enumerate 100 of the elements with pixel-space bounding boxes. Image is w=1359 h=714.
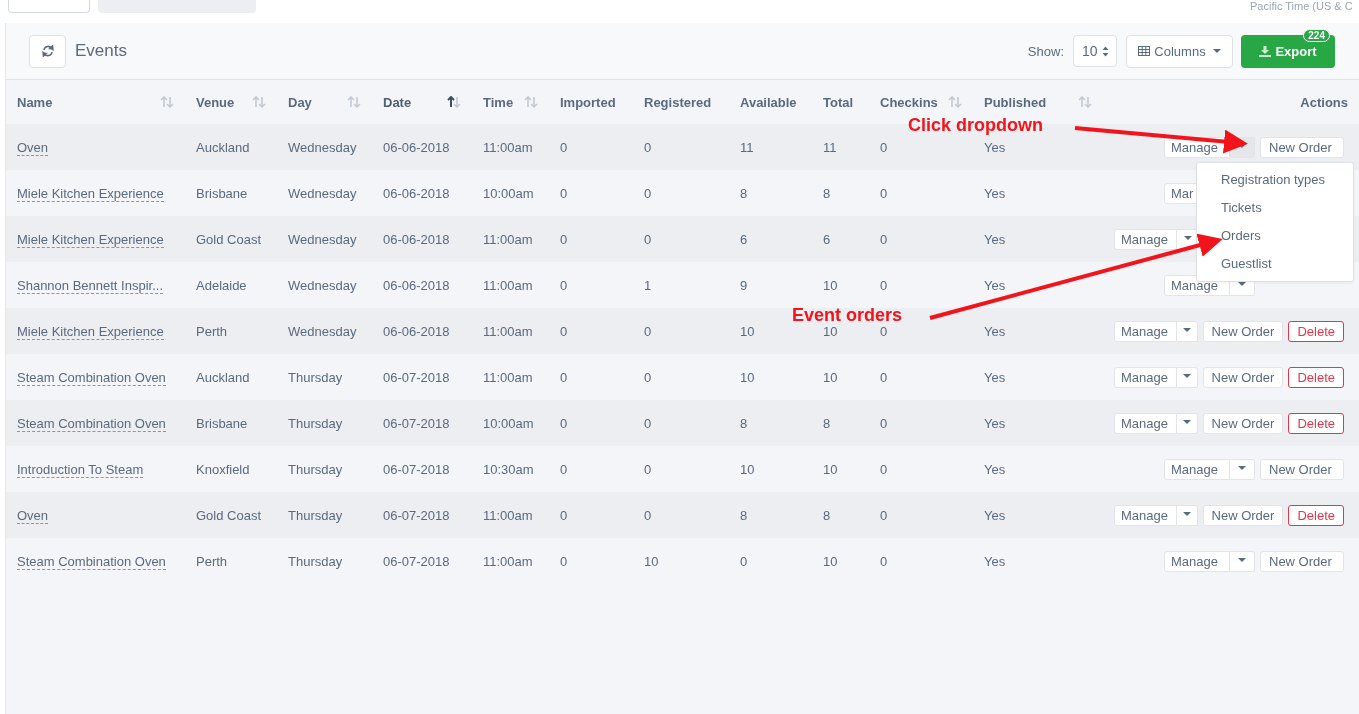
table-cell: 11:00am — [483, 139, 533, 155]
table-cell: Wednesday — [288, 185, 357, 201]
dropdown-toggle[interactable] — [1177, 504, 1198, 526]
event-name-link[interactable]: Oven — [17, 139, 49, 156]
column-header: Time — [483, 94, 514, 110]
table-cell: Yes — [984, 415, 1006, 431]
event-name-link[interactable]: Introduction To Steam — [17, 461, 144, 478]
table-cell: 11:00am — [483, 553, 533, 569]
table-cell: Adelaide — [196, 277, 247, 293]
delete-button[interactable]: Delete — [1288, 412, 1344, 434]
table-cell: 11:00am — [483, 277, 533, 293]
table-cell: 0 — [880, 139, 888, 155]
table-cell: 11:00am — [483, 323, 533, 339]
table-cell: Gold Coast — [196, 507, 262, 523]
column-header: Actions — [1300, 94, 1348, 110]
dropdown-toggle[interactable] — [1230, 458, 1255, 480]
table-cell: 0 — [560, 323, 568, 339]
table-cell: 0 — [740, 553, 748, 569]
table-cell: 10 — [740, 323, 755, 339]
show-label: Show: — [1027, 43, 1064, 59]
menu-item[interactable]: Tickets — [1197, 194, 1353, 222]
table-cell: Thursday — [288, 369, 343, 385]
manage-button[interactable]: Manage — [1164, 550, 1230, 572]
column-header: Registered — [644, 94, 712, 110]
manage-button[interactable]: Manage — [1164, 458, 1230, 480]
table-cell: Yes — [984, 507, 1006, 523]
table-cell: Brisbane — [196, 185, 248, 201]
table-cell: 8 — [740, 415, 748, 431]
annotation-label: Event orders — [792, 305, 903, 326]
table-cell: Perth — [196, 323, 228, 339]
menu-item[interactable]: Registration types — [1197, 166, 1353, 194]
table-cell: 06-07-2018 — [383, 369, 450, 385]
columns-button[interactable]: Columns — [1126, 34, 1233, 68]
manage-button[interactable]: Manage — [1114, 366, 1177, 388]
dropdown-toggle[interactable] — [1230, 550, 1255, 572]
manage-button[interactable]: Manage — [1114, 228, 1177, 250]
event-name-link[interactable]: Oven — [17, 507, 49, 524]
table-cell: 0 — [880, 553, 888, 569]
refresh-button[interactable] — [29, 34, 66, 68]
table-cell: 10 — [823, 369, 838, 385]
table-cell: 10:00am — [483, 415, 534, 431]
new-order-button[interactable]: New Order — [1260, 458, 1344, 480]
dropdown-toggle[interactable] — [1177, 366, 1198, 388]
table-cell: 0 — [880, 461, 888, 477]
table-cell: Auckland — [196, 369, 250, 385]
table-cell: 10 — [644, 553, 659, 569]
timezone-label: Pacific Time (US & C — [1250, 0, 1353, 12]
table-cell: 0 — [560, 139, 568, 155]
table-cell: 0 — [644, 415, 652, 431]
column-header: Venue — [196, 94, 235, 110]
table-cell: Auckland — [196, 139, 250, 155]
new-order-button[interactable]: New Order — [1202, 320, 1284, 342]
table-cell: 0 — [880, 231, 888, 247]
page-size-select[interactable]: 10 — [1073, 35, 1117, 67]
table-cell: 6 — [740, 231, 748, 247]
column-header: Imported — [560, 94, 616, 110]
table-cell: 0 — [644, 185, 652, 201]
table-cell: 0 — [560, 461, 568, 477]
table-cell: 10 — [823, 461, 838, 477]
table-icon — [1138, 46, 1151, 56]
table-cell: 9 — [740, 277, 748, 293]
new-order-button[interactable]: New Order — [1202, 412, 1284, 434]
manage-button[interactable]: Manage — [1114, 504, 1177, 526]
table-cell: 8 — [823, 415, 831, 431]
table-cell: 11:00am — [483, 507, 533, 523]
event-name-link[interactable]: Steam Combination Oven — [17, 553, 166, 570]
table-cell: Yes — [984, 323, 1006, 339]
table-cell: 06-07-2018 — [383, 415, 450, 431]
table-cell: 0 — [560, 231, 568, 247]
table-cell: 06-06-2018 — [383, 323, 450, 339]
table-cell: 10 — [823, 277, 838, 293]
new-order-button[interactable]: New Order — [1260, 136, 1344, 158]
manage-button[interactable]: Manage — [1114, 320, 1177, 342]
dropdown-toggle[interactable] — [1177, 320, 1198, 342]
event-name-link[interactable]: Steam Combination Oven — [17, 369, 166, 386]
table-cell: 10:30am — [483, 461, 534, 477]
table-cell: 0 — [644, 461, 652, 477]
sort-icon[interactable] — [447, 96, 461, 108]
table-cell: 8 — [823, 507, 831, 523]
new-order-button[interactable]: New Order — [1202, 504, 1284, 526]
event-name-link[interactable]: Shannon Bennett Inspir... — [17, 277, 163, 294]
table-cell: 0 — [880, 415, 888, 431]
delete-button[interactable]: Delete — [1288, 320, 1344, 342]
menu-item[interactable]: Orders — [1197, 222, 1353, 250]
table-cell: 0 — [560, 369, 568, 385]
table-cell: Thursday — [288, 507, 343, 523]
manage-button[interactable]: Manage — [1114, 412, 1177, 434]
event-name-link[interactable]: Miele Kitchen Experience — [17, 185, 164, 202]
new-order-button[interactable]: New Order — [1202, 366, 1284, 388]
delete-button[interactable]: Delete — [1288, 366, 1344, 388]
column-header: Date — [383, 94, 412, 110]
table-cell: 0 — [560, 553, 568, 569]
table-cell: 11:00am — [483, 231, 533, 247]
table-cell: 8 — [740, 185, 748, 201]
dropdown-toggle[interactable] — [1177, 412, 1198, 434]
refresh-icon — [41, 45, 54, 57]
delete-button[interactable]: Delete — [1288, 504, 1344, 526]
table-cell: 11 — [740, 139, 754, 155]
new-order-button[interactable]: New Order — [1260, 550, 1344, 572]
table-cell: Wednesday — [288, 139, 357, 155]
